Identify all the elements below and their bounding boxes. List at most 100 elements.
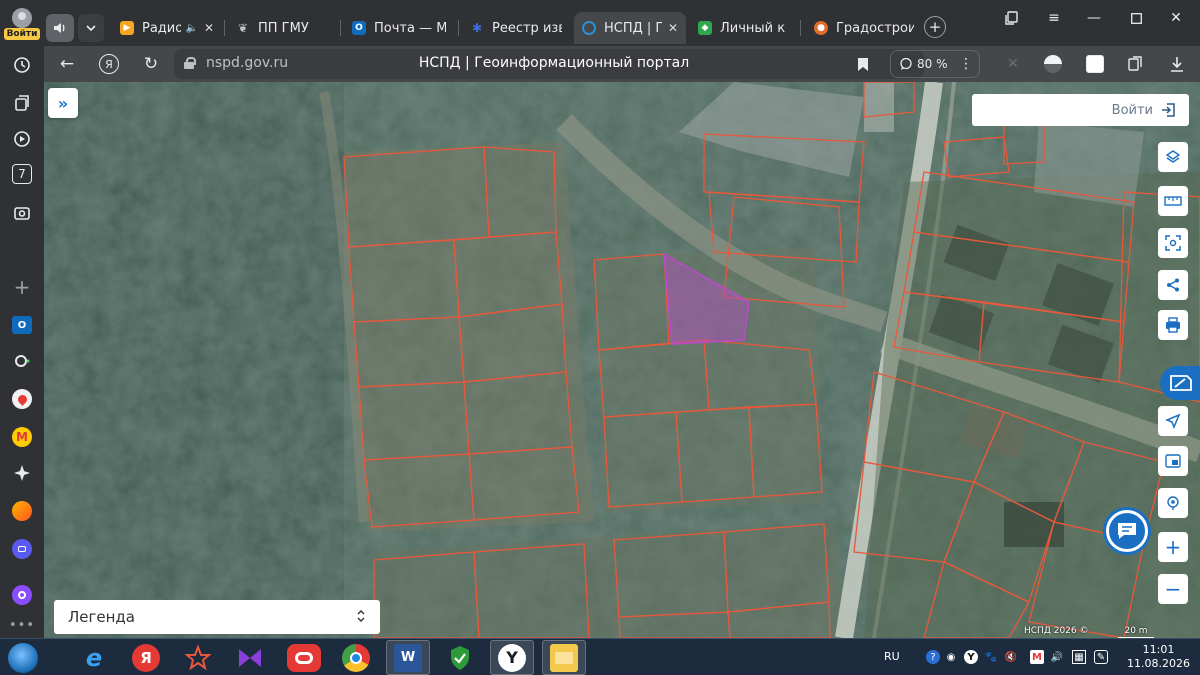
tabs-dropdown-icon[interactable] [78, 14, 104, 42]
sparkle-panel-icon[interactable] [9, 460, 35, 486]
security-shield-icon[interactable] [438, 640, 482, 675]
back-icon[interactable]: ← [54, 52, 80, 76]
yandex-browser-icon[interactable]: Я [124, 640, 168, 675]
satellite-map [44, 82, 1200, 638]
more-icon[interactable]: ••• [9, 612, 35, 638]
yandex-icon[interactable]: Я [96, 52, 122, 76]
network-tray-icon[interactable]: ▦ [1072, 650, 1086, 664]
yandex-tray-icon[interactable]: Y [964, 650, 978, 664]
messenger-panel-icon[interactable] [9, 536, 35, 562]
geolocation-icon[interactable] [1158, 488, 1188, 518]
word-icon[interactable]: W [386, 640, 430, 675]
assistant-tab[interactable] [1160, 366, 1200, 400]
tab-registry[interactable]: ✱ Реестр изве [462, 12, 570, 44]
close-window-icon[interactable]: ✕ [1162, 8, 1190, 28]
new-tab-icon[interactable]: + [924, 16, 946, 38]
chat-icon [1118, 523, 1136, 539]
layers-icon[interactable] [1158, 142, 1188, 172]
menu-icon[interactable]: ≡ [1040, 8, 1068, 28]
print-icon[interactable] [1158, 310, 1188, 340]
app-record-icon[interactable] [282, 640, 326, 675]
collections-icon[interactable] [9, 90, 35, 116]
file-explorer-icon[interactable] [542, 640, 586, 675]
internet-explorer-icon[interactable]: e [72, 640, 116, 675]
tab-radio[interactable]: ▶ Радио | 🔈 ✕ [112, 12, 222, 44]
extension-seven-icon[interactable]: 7 [12, 164, 32, 184]
start-button[interactable] [8, 643, 38, 673]
app-star-icon[interactable] [176, 640, 220, 675]
tab-pp-gmu[interactable]: ❦ ПП ГМУ [228, 12, 336, 44]
more-vertical-icon[interactable]: ⋮ [959, 56, 973, 72]
share-icon[interactable] [1158, 270, 1188, 300]
sound-tray-icon[interactable]: 🔊 [1050, 650, 1064, 664]
download-icon[interactable] [1166, 53, 1188, 75]
map-view[interactable]: » Войти + − НСПД 2026 © 20 m Легенда [44, 82, 1200, 638]
clock[interactable]: 11:01 11.08.2026 [1127, 643, 1190, 671]
network-icon[interactable] [1084, 53, 1106, 75]
minimap-icon[interactable] [1158, 446, 1188, 476]
address-bar[interactable]: nspd.gov.ru НСПД | Геоинформационный пор… [174, 49, 924, 79]
expand-panel-button[interactable]: » [48, 88, 78, 118]
login-badge: Войти [4, 28, 40, 40]
zoom-control[interactable]: 80 % ⋮ [890, 50, 980, 78]
maps-panel-icon[interactable] [9, 386, 35, 412]
yandex-y-icon[interactable]: Y [490, 640, 534, 675]
app-tray-icon[interactable]: ◉ [944, 650, 958, 664]
sound-icon[interactable] [46, 14, 74, 42]
url-text: nspd.gov.ru [206, 55, 289, 71]
screenshot-icon[interactable] [9, 200, 35, 226]
alice-panel-icon[interactable] [9, 348, 35, 374]
puppy-tray-icon[interactable]: 🐾 [984, 650, 998, 664]
tab-groups-icon[interactable] [998, 8, 1026, 28]
map-assistant-icon [1170, 375, 1192, 391]
registry-icon: ✱ [471, 21, 483, 35]
clipboard-icon[interactable] [1124, 53, 1146, 75]
video-icon[interactable] [9, 126, 35, 152]
tab-mail[interactable]: O Почта — Ма [344, 12, 454, 44]
close-icon[interactable]: ✕ [668, 21, 678, 35]
theme-icon[interactable] [1042, 53, 1064, 75]
language-indicator[interactable]: RU [884, 650, 900, 663]
history-icon[interactable] [9, 52, 35, 78]
reload-icon[interactable]: ↻ [138, 52, 164, 76]
system-tray: RU ? ◉ Y 🐾 🔇 M 🔊 ▦ ✎ 11:01 11.08.2026 [880, 639, 1200, 675]
notification-tray-icon[interactable]: ✎ [1094, 650, 1108, 664]
tab-cabinet[interactable]: ◆ Личный каб [690, 12, 794, 44]
vk-tray-icon[interactable]: M [1030, 650, 1044, 664]
clock-date: 11.08.2026 [1127, 657, 1190, 670]
nspd-icon [582, 21, 596, 35]
bookmark-icon[interactable] [852, 53, 874, 75]
app-bow-icon[interactable] [228, 640, 272, 675]
extension-disabled-icon[interactable]: ✕ [1002, 53, 1024, 75]
chat-button[interactable] [1106, 510, 1148, 552]
sort-arrows-icon [356, 609, 366, 626]
assistant-panel-icon[interactable] [9, 582, 35, 608]
page-title: НСПД | Геоинформационный портал [418, 55, 690, 71]
help-icon[interactable]: ? [926, 650, 940, 664]
minimize-icon[interactable]: — [1080, 8, 1108, 28]
music-panel-icon[interactable] [9, 498, 35, 524]
tab-separator [458, 20, 459, 36]
legend-dropdown[interactable]: Легенда [54, 600, 380, 634]
close-icon[interactable]: ✕ [204, 21, 214, 35]
profile-button[interactable]: Войти [4, 8, 40, 42]
yandex-music-icon: ▶ [120, 21, 134, 35]
mute-tray-icon[interactable]: 🔇 [1004, 650, 1018, 664]
tab-city-planning[interactable]: ● Градостроит [806, 12, 922, 44]
tab-nspd[interactable]: НСПД | Ге ✕ [574, 12, 686, 44]
outlook-icon: O [352, 21, 366, 35]
zoom-out-button[interactable]: − [1158, 574, 1188, 604]
select-area-icon[interactable] [1158, 228, 1188, 258]
tab-separator [340, 20, 341, 36]
locate-arrow-icon[interactable] [1158, 406, 1188, 436]
zoom-in-button[interactable]: + [1158, 532, 1188, 562]
outlook-panel-icon[interactable]: O [9, 312, 35, 338]
map-login-button[interactable]: Войти [972, 94, 1189, 126]
legend-label: Легенда [68, 608, 135, 626]
market-panel-icon[interactable]: M [9, 424, 35, 450]
add-panel-icon[interactable]: + [9, 274, 35, 300]
ruler-icon[interactable] [1158, 186, 1188, 216]
chrome-icon[interactable] [334, 640, 378, 675]
maximize-icon[interactable] [1122, 8, 1150, 28]
copyright-text: НСПД 2026 © [1024, 626, 1089, 636]
